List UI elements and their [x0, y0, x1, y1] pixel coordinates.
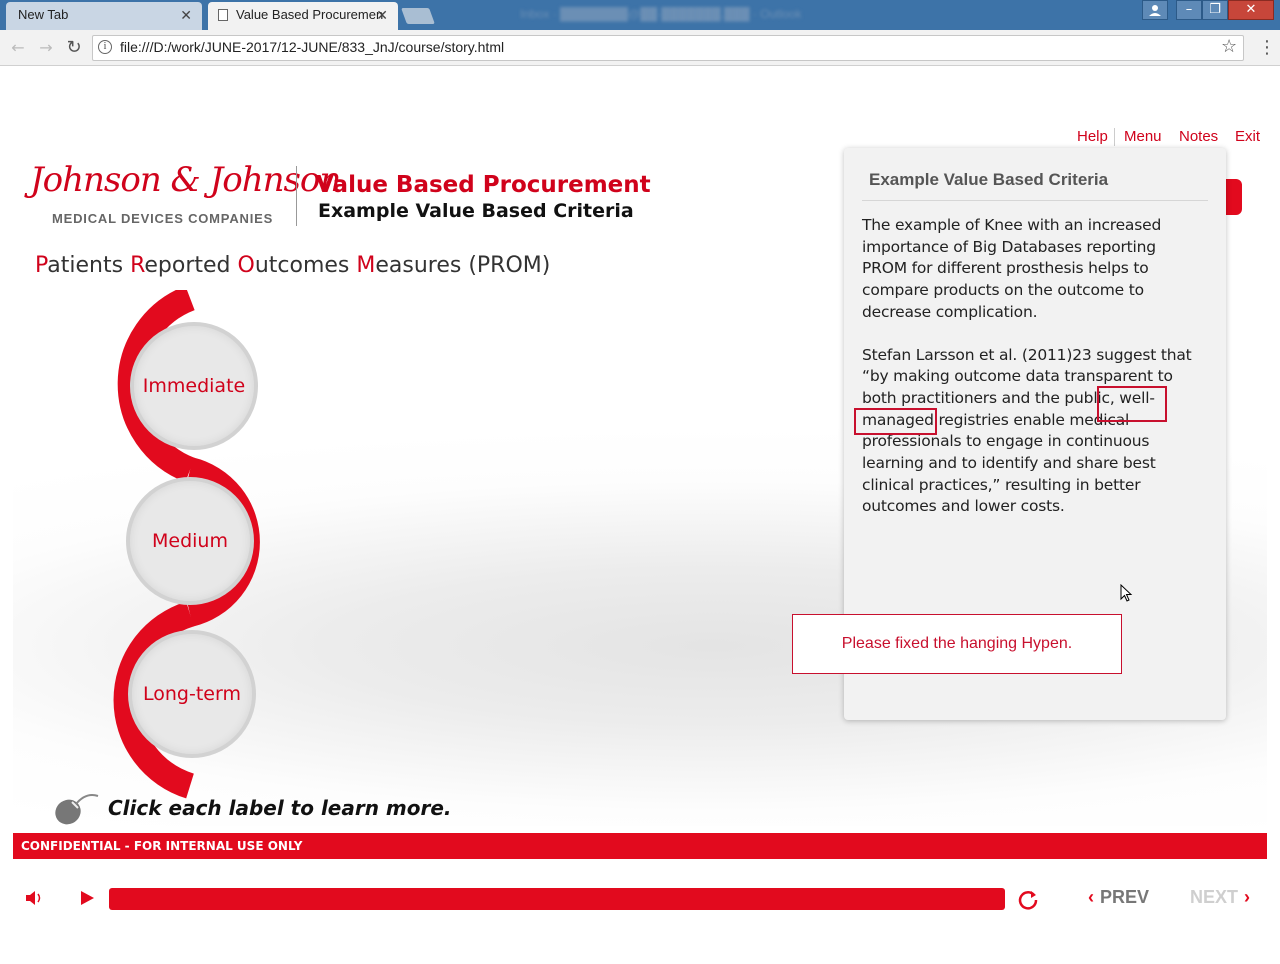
tab-label: New Tab — [18, 7, 69, 22]
tab-value-based-procurement[interactable]: Value Based Procuremen ✕ — [208, 2, 398, 30]
chevron-right-icon: › — [1244, 887, 1251, 907]
notes-divider — [862, 200, 1208, 201]
course-title: Value Based Procurement — [316, 172, 651, 198]
play-icon[interactable] — [78, 889, 96, 907]
back-button[interactable]: ← — [8, 38, 28, 58]
mouse-icon — [55, 794, 99, 825]
forward-button[interactable]: → — [36, 38, 56, 58]
prev-label: PREV — [1100, 887, 1150, 907]
tab-close-icon[interactable]: ✕ — [376, 2, 388, 28]
minimize-button[interactable]: – — [1176, 0, 1202, 20]
window-close-button[interactable]: ✕ — [1228, 0, 1274, 20]
logo-divider — [296, 166, 297, 226]
user-icon[interactable] — [1142, 0, 1168, 20]
chevron-left-icon: ‹ — [1088, 887, 1094, 907]
mouse-cursor-icon — [1120, 584, 1133, 602]
annotation-highlight — [854, 408, 937, 435]
label-medium[interactable]: Medium — [126, 477, 254, 605]
prom-letter: R — [130, 253, 145, 278]
exit-link[interactable]: Exit — [1235, 128, 1260, 145]
new-tab-button[interactable] — [401, 8, 435, 24]
prom-word: utcomes — [254, 253, 357, 278]
prom-heading: Patients Reported Outcomes Measures (PRO… — [35, 253, 550, 278]
menu-link[interactable]: Menu — [1124, 128, 1162, 145]
reload-button[interactable]: ↻ — [64, 38, 84, 58]
info-icon[interactable]: i — [98, 40, 112, 54]
bookmark-star-icon[interactable]: ☆ — [1221, 36, 1237, 57]
prom-letter: O — [237, 253, 255, 278]
slide-subtitle: Example Value Based Criteria — [318, 200, 634, 222]
instruction-text: Click each label to learn more. — [108, 796, 452, 820]
prev-button[interactable]: ‹ PREV — [1088, 887, 1149, 908]
prom-word: atients — [47, 253, 131, 278]
document-icon — [218, 9, 228, 21]
notes-title: Example Value Based Criteria — [869, 170, 1109, 189]
prom-word: eported — [144, 253, 238, 278]
jnj-logo-subtitle: MEDICAL DEVICES COMPANIES — [52, 211, 274, 226]
next-label: NEXT — [1190, 887, 1239, 907]
volume-icon[interactable] — [24, 888, 46, 908]
label-long-term[interactable]: Long-term — [128, 630, 256, 758]
tab-close-icon[interactable]: ✕ — [180, 2, 192, 28]
nav-divider — [1114, 128, 1115, 146]
prom-letter: M — [356, 253, 376, 278]
prom-word: easures (PROM) — [375, 253, 551, 278]
tab-label: Value Based Procuremen — [236, 7, 384, 22]
help-link[interactable]: Help — [1077, 128, 1108, 145]
url-text[interactable]: file:///D:/work/JUNE-2017/12-JUNE/833_Jn… — [120, 39, 504, 55]
progress-bar[interactable] — [109, 888, 1005, 910]
next-button[interactable]: NEXT › — [1190, 887, 1250, 908]
confidential-label: CONFIDENTIAL - FOR INTERNAL USE ONLY — [21, 839, 303, 853]
label-immediate[interactable]: Immediate — [130, 322, 258, 450]
notes-link[interactable]: Notes — [1179, 128, 1218, 145]
blurred-window-title: Inbox · ████████@██·███████.███ · Outloo… — [520, 7, 802, 21]
annotation-highlight — [1097, 386, 1167, 422]
prom-letter: P — [35, 253, 48, 278]
review-comment: Please fixed the hanging Hypen. — [792, 614, 1122, 674]
notes-paragraph: The example of Knee with an increased im… — [862, 216, 1162, 321]
browser-menu-icon[interactable]: ⋮ — [1258, 37, 1276, 58]
jnj-logo: Johnson & Johnson — [30, 160, 341, 200]
tab-new-tab[interactable]: New Tab ✕ — [6, 2, 202, 30]
maximize-button[interactable]: ❐ — [1202, 0, 1228, 20]
notes-body: The example of Knee with an increased im… — [862, 215, 1192, 539]
replay-icon[interactable] — [1016, 887, 1040, 911]
